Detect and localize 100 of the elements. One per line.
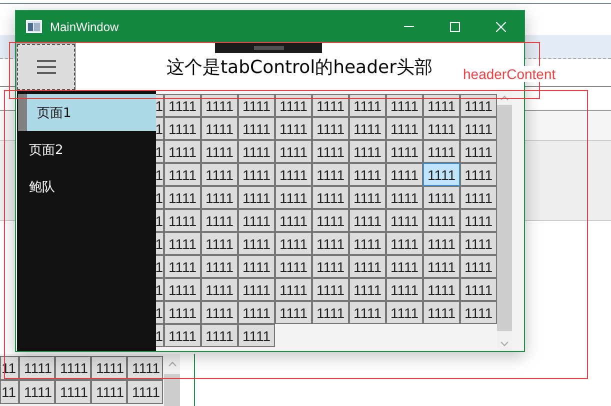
table-cell[interactable]: 1111 (460, 209, 497, 232)
table-cell[interactable]: 1111 (460, 163, 497, 186)
table-cell[interactable]: 1111 (201, 117, 238, 140)
table-cell[interactable]: 1111 (275, 255, 312, 278)
table-cell[interactable]: 1111 (423, 301, 460, 324)
table-cell[interactable]: 1111 (423, 117, 460, 140)
table-cell[interactable]: 1 (156, 94, 164, 117)
table-cell[interactable]: 1 (156, 324, 164, 347)
table-cell[interactable]: 1111 (275, 186, 312, 209)
table-cell[interactable]: 1111 (164, 324, 201, 347)
table-cell[interactable]: 1111 (164, 278, 201, 301)
table-cell[interactable]: 1111 (386, 255, 423, 278)
table-cell[interactable]: 1111 (460, 140, 497, 163)
table-cell[interactable]: 1111 (201, 140, 238, 163)
table-cell[interactable]: 1111 (423, 94, 460, 117)
table-cell[interactable]: 1111 (423, 140, 460, 163)
table-cell[interactable]: 1111 (164, 186, 201, 209)
scrollbar[interactable] (164, 354, 180, 406)
table-cell[interactable]: 1 (156, 278, 164, 301)
table-cell[interactable]: 1111 (275, 117, 312, 140)
table-cell[interactable]: 1111 (386, 301, 423, 324)
table-cell[interactable]: 1111 (312, 255, 349, 278)
table-cell[interactable]: 1111 (349, 94, 386, 117)
table-cell[interactable]: 1111 (349, 255, 386, 278)
table-cell[interactable]: 1111 (164, 163, 201, 186)
table-cell[interactable]: 1111 (164, 209, 201, 232)
table-cell[interactable]: 1111 (275, 278, 312, 301)
table-cell[interactable]: 1111 (386, 186, 423, 209)
table-cell[interactable]: 1111 (460, 94, 497, 117)
table-cell[interactable]: 1 (156, 163, 164, 186)
table-cell[interactable]: 1111 (349, 209, 386, 232)
table-cell[interactable]: 1 (156, 232, 164, 255)
table-cell[interactable]: 1111 (238, 301, 275, 324)
table-cell[interactable]: 1111 (164, 232, 201, 255)
table-cell[interactable]: 1111 (238, 324, 275, 347)
table-cell[interactable]: 1111 (275, 163, 312, 186)
table-cell[interactable]: 1111 (460, 301, 497, 324)
table-cell[interactable]: 1111 (312, 186, 349, 209)
table-cell[interactable]: 1111 (164, 140, 201, 163)
table-cell[interactable]: 1111 (201, 301, 238, 324)
table-cell[interactable]: 1111 (386, 94, 423, 117)
table-cell[interactable]: 1111 (238, 255, 275, 278)
table-cell[interactable]: 1111 (312, 232, 349, 255)
scroll-up-icon[interactable] (168, 361, 176, 367)
table-cell[interactable]: 1111 (201, 209, 238, 232)
table-cell[interactable]: 1111 (201, 324, 238, 347)
table-cell[interactable]: 1111 (349, 140, 386, 163)
table-cell[interactable]: 1111 (460, 117, 497, 140)
table-cell[interactable]: 1111 (238, 94, 275, 117)
table-cell[interactable]: 1 (156, 255, 164, 278)
table-cell[interactable]: 1111 (349, 278, 386, 301)
table-cell[interactable]: 1111 (238, 209, 275, 232)
table-cell[interactable]: 1111 (312, 140, 349, 163)
table-cell[interactable]: 1111 (460, 232, 497, 255)
table-cell[interactable]: 1111 (312, 117, 349, 140)
table-cell[interactable]: 1 (156, 186, 164, 209)
table-cell[interactable]: 1111 (386, 140, 423, 163)
table-cell[interactable]: 1111 (423, 232, 460, 255)
table-cell[interactable]: 1111 (349, 117, 386, 140)
table-cell[interactable]: 1111 (349, 163, 386, 186)
table-cell[interactable]: 1111 (386, 278, 423, 301)
table-cell[interactable]: 1111 (238, 140, 275, 163)
table-cell[interactable]: 1111 (238, 232, 275, 255)
table-cell[interactable]: 1 (156, 209, 164, 232)
table-cell[interactable]: 1 (156, 117, 164, 140)
table-cell[interactable]: 1111 (201, 186, 238, 209)
table-cell[interactable]: 1111 (275, 209, 312, 232)
table-cell[interactable]: 1111 (238, 117, 275, 140)
nav-item[interactable]: 鲍队 (17, 168, 156, 205)
table-cell[interactable]: 1111 (460, 186, 497, 209)
table-cell[interactable]: 1111 (164, 117, 201, 140)
table-cell[interactable]: 1111 (201, 163, 238, 186)
table-cell[interactable]: 1111 (201, 94, 238, 117)
table-cell[interactable]: 1111 (386, 117, 423, 140)
table-cell[interactable]: 1111 (460, 255, 497, 278)
table-cell[interactable]: 1111 (312, 278, 349, 301)
table-cell[interactable]: 1 (156, 301, 164, 324)
table-cell[interactable]: 1111 (423, 209, 460, 232)
table-cell[interactable]: 1111 (386, 209, 423, 232)
table-cell[interactable]: 1111 (164, 301, 201, 324)
menu-button[interactable] (17, 44, 75, 90)
table-cell[interactable]: 1 (156, 140, 164, 163)
table-cell[interactable]: 1111 (386, 232, 423, 255)
table-cell[interactable]: 1111 (312, 163, 349, 186)
table-cell[interactable]: 1111 (423, 255, 460, 278)
table-cell[interactable]: 1111 (164, 94, 201, 117)
table-cell[interactable]: 1111 (238, 278, 275, 301)
table-cell[interactable]: 1111 (275, 301, 312, 324)
table-cell[interactable]: 1111 (312, 209, 349, 232)
table-cell[interactable]: 1111 (201, 232, 238, 255)
table-cell[interactable]: 1111 (275, 140, 312, 163)
table-cell[interactable]: 1111 (201, 255, 238, 278)
table-cell[interactable]: 1111 (423, 163, 460, 186)
table-cell[interactable]: 1111 (238, 163, 275, 186)
table-cell[interactable]: 1111 (349, 232, 386, 255)
scroll-up-icon[interactable] (500, 95, 509, 101)
table-cell[interactable]: 1111 (312, 301, 349, 324)
table-cell[interactable]: 1111 (460, 278, 497, 301)
scroll-down-icon[interactable] (500, 341, 509, 347)
table-cell[interactable]: 1111 (349, 301, 386, 324)
